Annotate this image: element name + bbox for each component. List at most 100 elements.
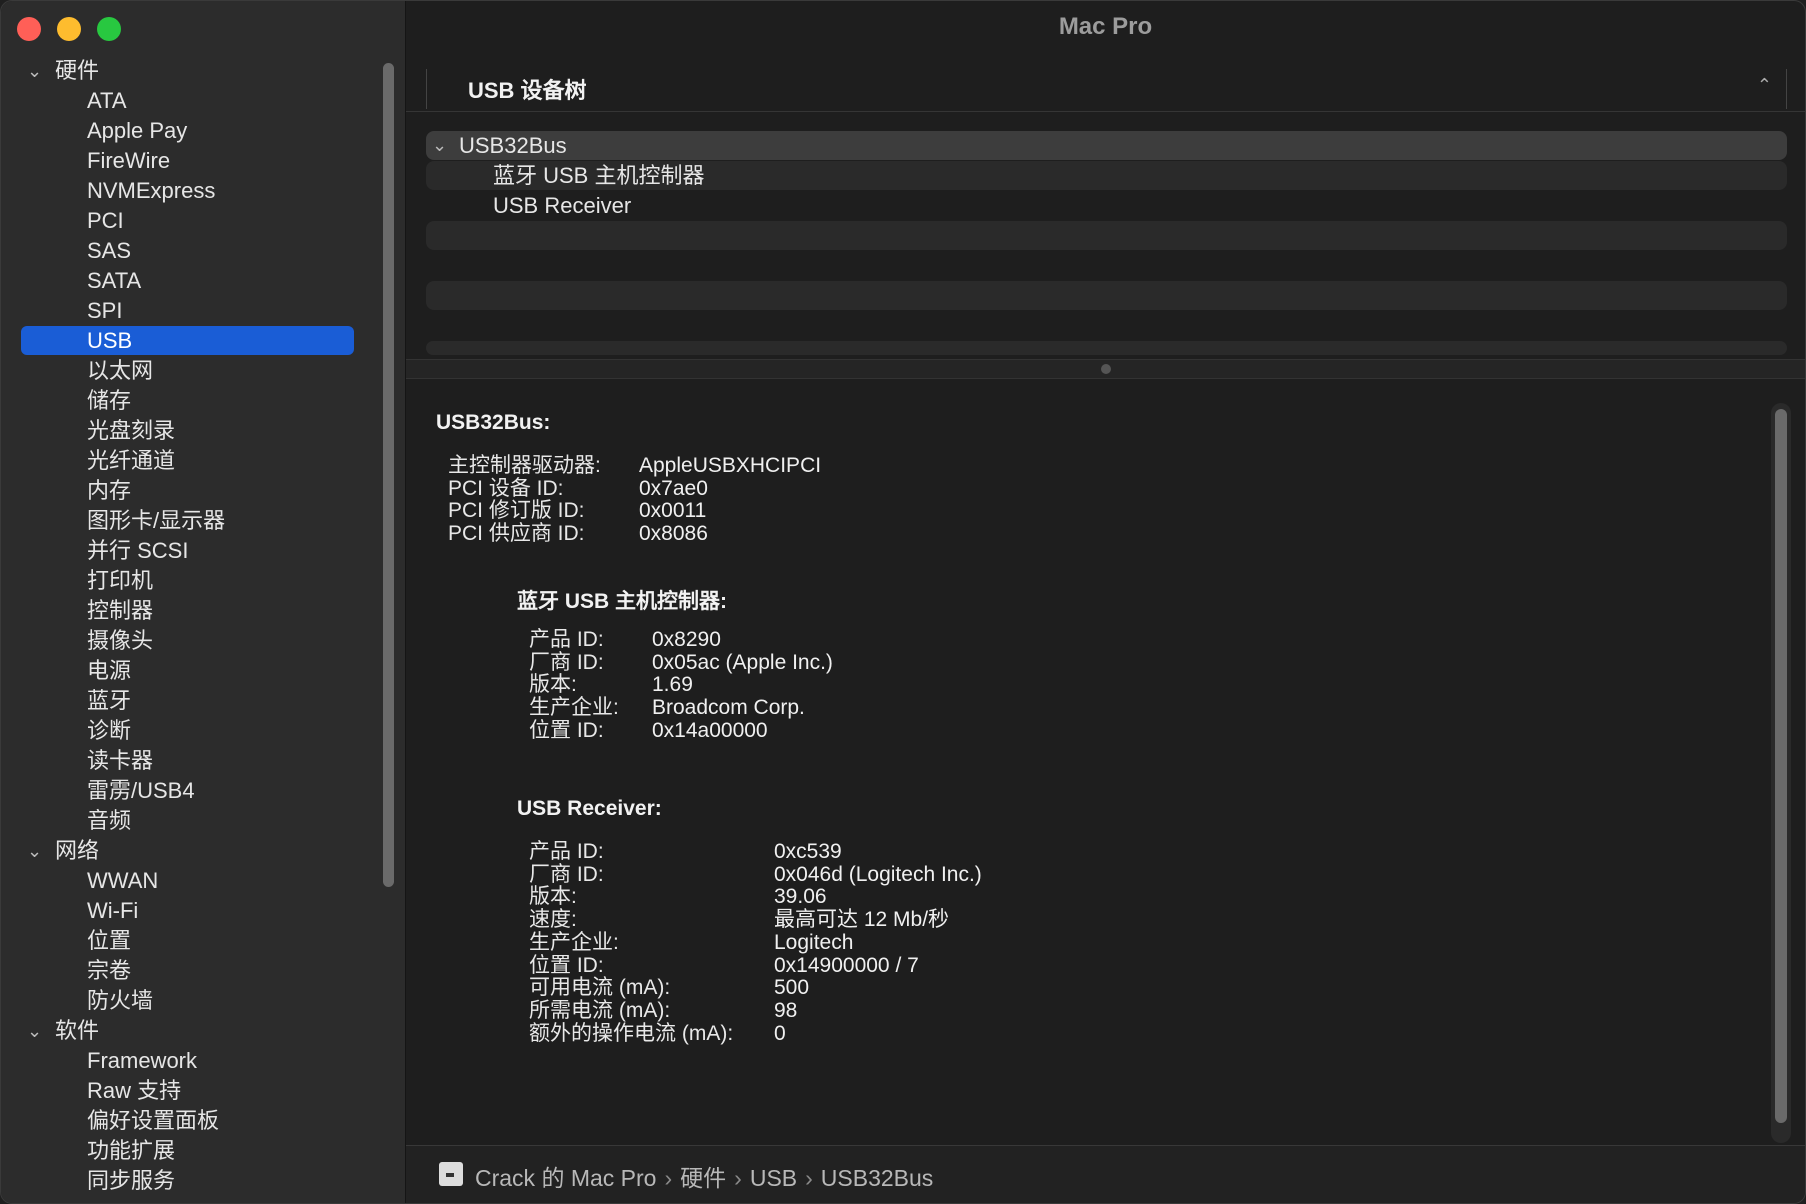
sidebar-item[interactable]: PCI: [1, 206, 371, 236]
minimize-button[interactable]: [57, 17, 81, 41]
chevron-up-icon[interactable]: ⌃: [1757, 75, 1772, 96]
path-bar: Crack 的 Mac Pro › 硬件 › USB › USB32Bus: [406, 1145, 1805, 1203]
bus-title: USB32Bus:: [436, 411, 551, 434]
sidebar-item[interactable]: 防火墙: [1, 986, 371, 1016]
breadcrumb-item[interactable]: 硬件: [680, 1165, 726, 1191]
header-divider: [406, 111, 1805, 112]
sidebar-item[interactable]: Wi-Fi: [1, 896, 371, 926]
sidebar-item-label: NVMExpress: [87, 178, 216, 203]
sidebar-item[interactable]: 并行 SCSI: [1, 536, 371, 566]
split-view-divider[interactable]: [406, 359, 1805, 379]
tree-row-empty: [426, 281, 1787, 310]
sidebar-item-label: SAS: [87, 238, 132, 263]
sidebar-item-label: 诊断: [87, 718, 132, 743]
close-button[interactable]: [17, 17, 41, 41]
sidebar-item[interactable]: 音频: [1, 806, 371, 836]
sidebar-group[interactable]: ⌄ 软件: [1, 1016, 371, 1046]
sidebar-item[interactable]: 光盘刻录: [1, 416, 371, 446]
sidebar-item[interactable]: 同步服务: [1, 1166, 371, 1196]
sidebar-item[interactable]: 摄像头: [1, 626, 371, 656]
detail-pane: USB32Bus: 主控制器驱动器: AppleUSBXHCIPCI PCI 设备 …: [406, 381, 1805, 1146]
sidebar-item[interactable]: 电源: [1, 656, 371, 686]
sidebar-item[interactable]: 雷雳/USB4: [1, 776, 371, 806]
chevron-down-icon[interactable]: ⌄: [27, 56, 42, 86]
sidebar-item-label: WWAN: [87, 868, 159, 893]
sidebar-item[interactable]: 诊断: [1, 716, 371, 746]
chevron-right-icon: ›: [734, 1165, 742, 1191]
breadcrumb-item[interactable]: USB32Bus: [821, 1165, 934, 1191]
property-value: 0x8086: [639, 522, 708, 546]
sidebar-item-label: 内存: [87, 478, 132, 503]
breadcrumb-item[interactable]: USB: [750, 1165, 797, 1191]
sidebar-item-label: 图形卡/显示器: [87, 508, 226, 533]
chevron-down-icon[interactable]: ⌄: [27, 1016, 42, 1046]
sidebar-group[interactable]: ⌄ 网络: [1, 836, 371, 866]
sidebar-item[interactable]: SATA: [1, 266, 371, 296]
sidebar-item-label: 储存: [87, 388, 132, 413]
tree-row-label: USB32Bus: [459, 133, 567, 158]
sidebar-item[interactable]: 位置: [1, 926, 371, 956]
sidebar-item-label: 宗卷: [87, 958, 132, 983]
detail-scrollbar[interactable]: [1771, 403, 1791, 1143]
sidebar-item[interactable]: 控制器: [1, 596, 371, 626]
divider-handle-icon[interactable]: [1100, 364, 1111, 374]
tree-row-empty: [426, 221, 1787, 250]
sidebar-group[interactable]: ⌄ 硬件: [1, 56, 371, 86]
sidebar-item[interactable]: 储存: [1, 386, 371, 416]
sidebar-item[interactable]: FireWire: [1, 146, 371, 176]
window-title: Mac Pro: [1058, 13, 1153, 40]
chevron-right-icon: ›: [664, 1165, 673, 1191]
system-information-window: ⌄ 硬件 ATA Apple Pay FireWire NVMExpress PCI SAS S…: [0, 0, 1806, 1204]
computer-icon: [439, 1162, 463, 1186]
tree-row-usb32bus[interactable]: ⌄ USB32Bus: [426, 131, 1787, 160]
tree-row-bluetooth-controller[interactable]: 蓝牙 USB 主机控制器: [426, 161, 1787, 190]
sidebar-item[interactable]: 光纤通道: [1, 446, 371, 476]
sidebar-item[interactable]: USB: [1, 326, 371, 356]
sidebar-item[interactable]: 打印机: [1, 566, 371, 596]
sidebar-item[interactable]: 蓝牙: [1, 686, 371, 716]
sidebar-item-label: 读卡器: [87, 748, 154, 773]
sidebar-item[interactable]: 功能扩展: [1, 1136, 371, 1166]
chevron-down-icon[interactable]: ⌄: [432, 131, 447, 160]
zoom-button[interactable]: [97, 17, 121, 41]
usb-tree-header[interactable]: USB 设备树 ⌃: [426, 69, 1787, 109]
sidebar-item[interactable]: ATA: [1, 86, 371, 116]
sidebar-item[interactable]: Framework: [1, 1046, 371, 1076]
sidebar-item-label: 音频: [87, 808, 132, 833]
breadcrumb: Crack 的 Mac Pro › 硬件 › USB › USB32Bus: [475, 1159, 933, 1193]
chevron-right-icon: ›: [805, 1165, 813, 1191]
tree-row-usb-receiver[interactable]: USB Receiver: [426, 191, 1787, 220]
sidebar-item[interactable]: NVMExpress: [1, 176, 371, 206]
sidebar-item[interactable]: SPI: [1, 296, 371, 326]
sidebar-item-label: 同步服务: [87, 1168, 176, 1193]
sidebar-item[interactable]: 内存: [1, 476, 371, 506]
sidebar-item-label: 电源: [87, 658, 132, 683]
sidebar-item-label: 雷雳/USB4: [87, 778, 195, 803]
sidebar-item-label: 偏好设置面板: [87, 1108, 220, 1133]
bt-title: 蓝牙 USB 主机控制器:: [517, 590, 727, 613]
sidebar-item-label: ATA: [87, 88, 127, 113]
breadcrumb-item[interactable]: Crack 的 Mac Pro: [475, 1165, 656, 1191]
tree-row-empty: [426, 311, 1787, 340]
sidebar-item[interactable]: 偏好设置面板: [1, 1106, 371, 1136]
sidebar-item[interactable]: SAS: [1, 236, 371, 266]
sidebar-item[interactable]: 宗卷: [1, 956, 371, 986]
sidebar-item-label: 并行 SCSI: [87, 538, 189, 563]
sidebar-item[interactable]: 以太网: [1, 356, 371, 386]
sidebar-item[interactable]: Apple Pay: [1, 116, 371, 146]
sidebar-item[interactable]: 读卡器: [1, 746, 371, 776]
sidebar-item-label: 打印机: [87, 568, 154, 593]
sidebar-item[interactable]: WWAN: [1, 866, 371, 896]
sidebar-item-label: FireWire: [87, 148, 171, 173]
sidebar-item[interactable]: Raw 支持: [1, 1076, 371, 1106]
sidebar-scrollbar[interactable]: [383, 63, 394, 887]
sidebar-item[interactable]: 图形卡/显示器: [1, 506, 371, 536]
main-pane: Mac Pro USB 设备树 ⌃ ⌄ USB32Bus 蓝牙 USB 主机控制…: [406, 1, 1805, 1203]
tree-row-empty: [426, 251, 1787, 280]
sidebar-item-label: 蓝牙: [87, 688, 132, 713]
sidebar-item-label: USB: [87, 328, 133, 353]
chevron-down-icon[interactable]: ⌄: [27, 836, 42, 866]
property-value: 0: [774, 1021, 786, 1045]
property-key: 额外的操作电流 (mA):: [529, 1021, 734, 1045]
scrollbar-thumb[interactable]: [1775, 409, 1787, 1123]
